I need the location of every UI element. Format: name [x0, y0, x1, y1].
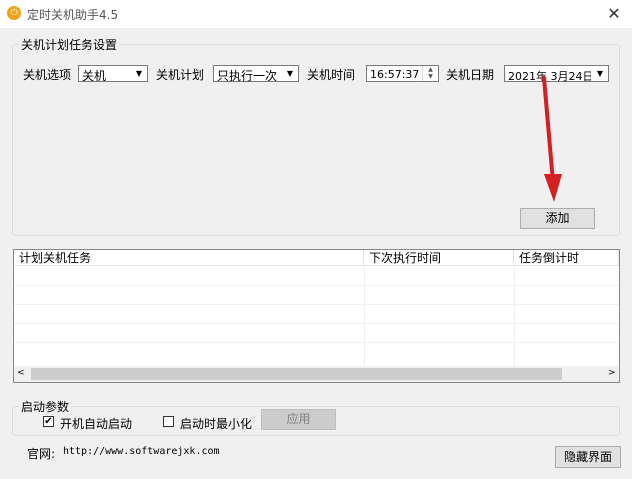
plan-select[interactable]: 只执行一次 ▼	[213, 65, 299, 83]
row-divider	[14, 323, 619, 324]
row-divider	[14, 304, 619, 305]
row-divider	[14, 342, 619, 343]
spin-up-icon[interactable]: ▲	[423, 66, 438, 73]
column-header-task[interactable]: 计划关机任务	[14, 250, 364, 266]
column-divider	[364, 266, 365, 366]
plan-select-value: 只执行一次	[217, 69, 278, 83]
dropdown-arrow-icon[interactable]: ▼	[281, 66, 298, 81]
settings-group-title: 关机计划任务设置	[19, 36, 120, 53]
title-bar: ⏻ 定时关机助手4.5 ✕	[0, 0, 632, 28]
scrollbar-thumb[interactable]	[31, 368, 562, 380]
website-label: 官网:	[27, 447, 56, 461]
hide-interface-button[interactable]: 隐藏界面	[555, 446, 621, 468]
time-spinner[interactable]: ▲ ▼	[422, 66, 438, 81]
minimize-checkbox[interactable]	[163, 416, 174, 427]
checkmark-icon: ✔	[44, 416, 53, 427]
autostart-checkbox[interactable]: ✔	[43, 416, 54, 427]
time-input-value: 16:57:37	[370, 68, 420, 81]
scroll-left-icon[interactable]: <	[17, 368, 25, 378]
option-select[interactable]: 关机 ▼	[78, 65, 148, 83]
column-divider	[514, 266, 515, 366]
time-label: 关机时间	[307, 68, 356, 82]
autostart-label[interactable]: 开机自动启动	[60, 415, 132, 432]
scroll-right-icon[interactable]: >	[608, 368, 616, 378]
dropdown-arrow-icon[interactable]: ▼	[591, 66, 608, 81]
close-button[interactable]: ✕	[596, 0, 632, 28]
option-label: 关机选项	[23, 68, 72, 82]
time-input[interactable]: 16:57:37 ▲ ▼	[366, 65, 439, 82]
horizontal-scrollbar[interactable]: < >	[14, 366, 619, 382]
task-list[interactable]: 计划关机任务 下次执行时间 任务倒计时 < >	[13, 249, 620, 383]
option-select-value: 关机	[82, 69, 107, 83]
power-icon: ⏻	[7, 6, 21, 20]
minimize-label[interactable]: 启动时最小化	[180, 415, 252, 432]
startup-group-title: 启动参数	[19, 398, 72, 415]
website-url[interactable]: http://www.softwarejxk.com	[63, 446, 220, 457]
add-button[interactable]: 添加	[520, 208, 595, 229]
dropdown-arrow-icon[interactable]: ▼	[130, 66, 147, 81]
row-divider	[14, 285, 619, 286]
plan-label: 关机计划	[156, 68, 205, 82]
window-title: 定时关机助手4.5	[27, 8, 119, 22]
apply-button[interactable]: 应用	[261, 409, 336, 430]
spin-down-icon[interactable]: ▼	[423, 73, 438, 80]
column-header-countdown[interactable]: 任务倒计时	[514, 250, 619, 266]
annotation-arrow-icon	[542, 76, 562, 202]
date-label: 关机日期	[446, 68, 495, 82]
column-header-next-time[interactable]: 下次执行时间	[364, 250, 514, 266]
